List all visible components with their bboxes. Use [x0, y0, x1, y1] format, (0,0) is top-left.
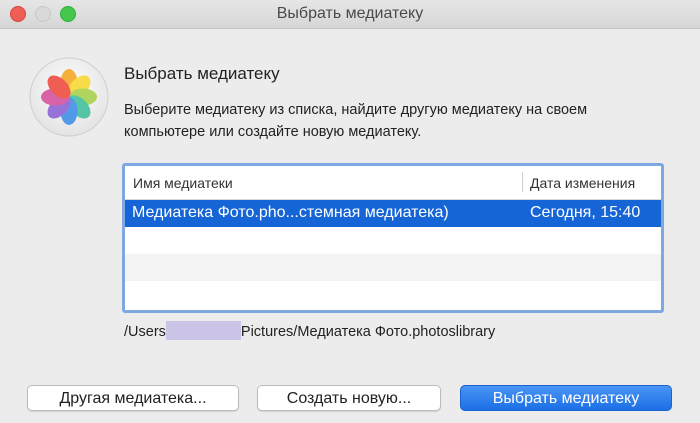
- empty-table-row: [125, 254, 661, 281]
- library-chooser-window: Выбрать медиатеку Выбрать медиатеку Выбе…: [0, 0, 700, 423]
- table-row[interactable]: Медиатека Фото.pho...стемная медиатека) …: [125, 200, 661, 227]
- column-header-date-modified[interactable]: Дата изменения: [530, 175, 635, 191]
- choose-library-button[interactable]: Выбрать медиатеку: [460, 385, 672, 411]
- redacted-username: [165, 321, 241, 340]
- window-title: Выбрать медиатеку: [276, 5, 424, 22]
- title-bar: Выбрать медиатеку: [0, 0, 700, 29]
- dialog-description: Выберите медиатеку из списка, найдите др…: [124, 102, 588, 140]
- dialog-heading: Выбрать медиатеку: [124, 64, 280, 83]
- create-new-button[interactable]: Создать новую...: [257, 385, 441, 411]
- date-modified-cell: Сегодня, 15:40: [530, 204, 641, 221]
- library-path: /Users Pictures/Медиатека Фото.photoslibr…: [124, 321, 495, 340]
- empty-table-row: [125, 281, 661, 308]
- library-table[interactable]: Имя медиатеки Дата изменения Медиатека Ф…: [122, 163, 664, 313]
- column-divider[interactable]: [522, 172, 523, 192]
- other-library-button[interactable]: Другая медиатека...: [27, 385, 239, 411]
- library-name-cell: Медиатека Фото.pho...стемная медиатека): [132, 204, 449, 221]
- photos-app-icon: [29, 57, 109, 137]
- column-header-library-name[interactable]: Имя медиатеки: [133, 175, 233, 191]
- table-header: Имя медиатеки Дата изменения: [125, 166, 661, 200]
- path-prefix: /Users: [124, 324, 166, 340]
- path-suffix: Pictures/Медиатека Фото.photoslibrary: [240, 324, 496, 340]
- empty-table-row: [125, 227, 661, 254]
